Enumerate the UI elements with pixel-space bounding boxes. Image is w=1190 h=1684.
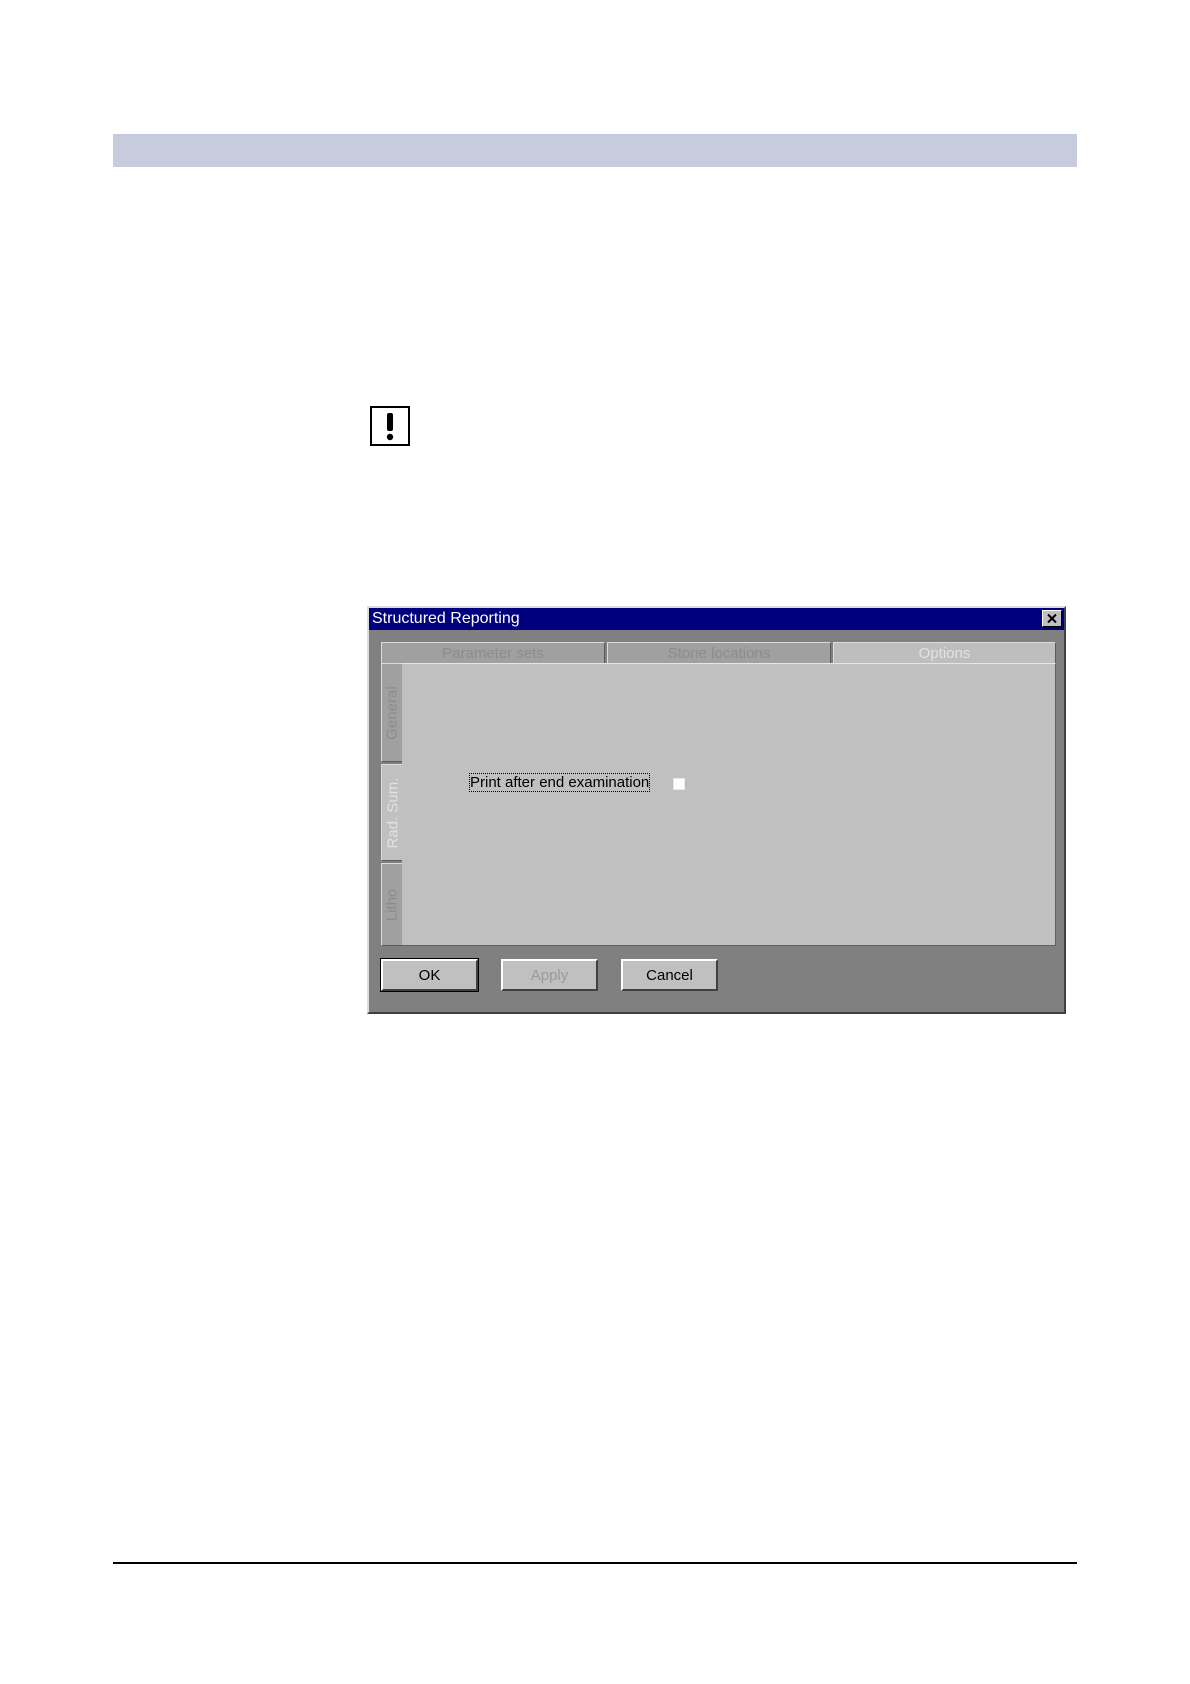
side-tab-litho[interactable]: Litho — [381, 863, 402, 946]
tab-stone-locations[interactable]: Stone locations — [607, 642, 831, 663]
side-tab-rad-sum-label: Rad. Sum. — [384, 777, 401, 848]
side-tab-rad-sum[interactable]: Rad. Sum. — [381, 764, 403, 861]
cancel-button[interactable]: Cancel — [621, 959, 718, 991]
top-tab-bar: Parameter sets Stone locations Options — [381, 642, 1056, 663]
tab-parameter-sets[interactable]: Parameter sets — [381, 642, 605, 663]
close-button[interactable] — [1042, 610, 1062, 627]
ok-button[interactable]: OK — [380, 958, 479, 992]
exclamation-icon — [370, 406, 410, 446]
side-tab-general-label: General — [383, 685, 401, 740]
dialog-title: Structured Reporting — [372, 610, 520, 627]
tab-options[interactable]: Options — [833, 642, 1056, 663]
apply-button[interactable]: Apply — [501, 959, 598, 991]
structured-reporting-dialog: Structured Reporting Parameter sets Ston… — [367, 606, 1066, 1014]
side-tab-general[interactable]: General — [381, 663, 402, 762]
print-after-end-label[interactable]: Print after end examination — [468, 773, 651, 792]
header-band — [113, 134, 1077, 167]
print-after-end-checkbox[interactable] — [673, 778, 685, 790]
side-tab-litho-label: Litho — [383, 888, 401, 921]
title-bar[interactable]: Structured Reporting — [369, 608, 1064, 630]
close-icon — [1047, 614, 1057, 623]
footer-rule — [113, 1562, 1077, 1564]
options-panel: Print after end examination — [402, 663, 1056, 946]
